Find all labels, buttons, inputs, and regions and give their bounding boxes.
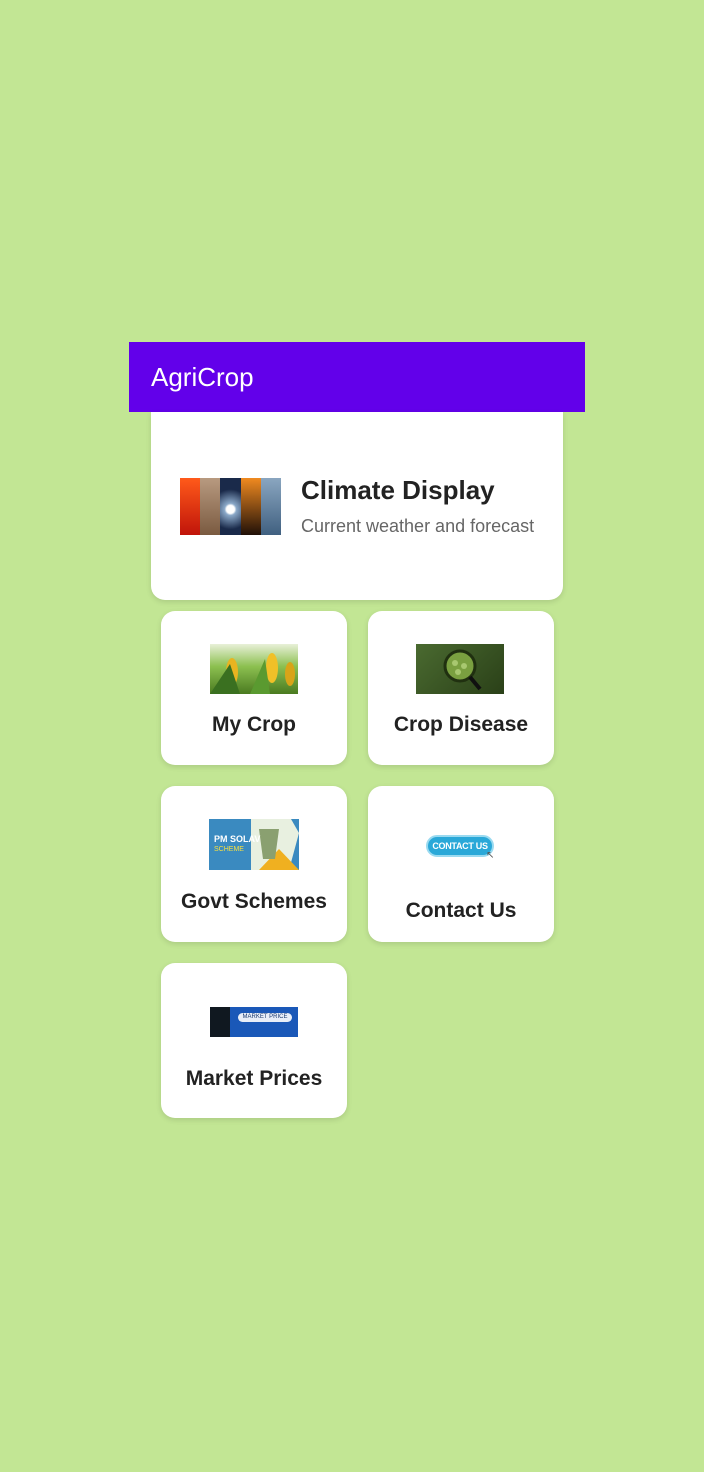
- climate-title: Climate Display: [301, 475, 495, 505]
- contact-us-label: Contact Us: [405, 899, 517, 922]
- govt-schemes-image: PM SOLAV SCHEME: [209, 819, 299, 870]
- govt-schemes-image-text-1: PM SOLAV: [214, 834, 261, 844]
- govt-schemes-card[interactable]: PM SOLAV SCHEME Govt Schemes: [161, 786, 347, 942]
- corn-crop-image: [210, 644, 298, 694]
- market-prices-label: Market Prices: [185, 1067, 323, 1090]
- contact-us-card[interactable]: CONTACT US ↖ Contact Us: [368, 786, 554, 942]
- market-prices-image-text: MARKET PRICE: [238, 1013, 292, 1022]
- market-prices-image: MARKET PRICE: [210, 1007, 298, 1037]
- crop-disease-card[interactable]: Crop Disease: [368, 611, 554, 765]
- climate-subtitle: Current weather and forecast: [301, 516, 535, 536]
- crop-disease-image: [416, 644, 504, 694]
- my-crop-label: My Crop: [212, 713, 296, 736]
- contact-us-badge-text: CONTACT US: [432, 841, 488, 851]
- climate-display-card[interactable]: Climate Display Current weather and fore…: [151, 412, 563, 600]
- govt-schemes-label: Govt Schemes: [181, 890, 327, 913]
- market-prices-card[interactable]: MARKET PRICE Market Prices: [161, 963, 347, 1118]
- contact-us-badge: CONTACT US: [426, 835, 494, 857]
- app-title: AgriCrop: [151, 361, 254, 392]
- cursor-icon: ↖: [486, 850, 495, 861]
- app-bar: AgriCrop: [129, 342, 585, 412]
- my-crop-card[interactable]: My Crop: [161, 611, 347, 765]
- govt-schemes-image-text-2: SCHEME: [214, 846, 244, 853]
- crop-disease-label: Crop Disease: [393, 713, 529, 736]
- climate-image: [180, 477, 282, 535]
